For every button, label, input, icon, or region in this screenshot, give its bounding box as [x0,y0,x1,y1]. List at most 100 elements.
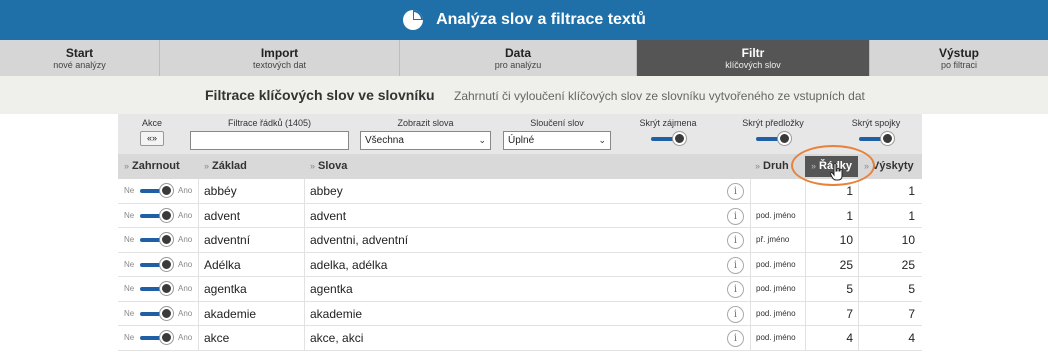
cell-radky: 5 [846,282,853,296]
step-data[interactable]: Data pro analýzu [400,40,637,76]
skryt-predlozky-toggle[interactable] [756,132,791,146]
include-label: Ano [178,308,193,318]
cell-vyskyty: 25 [901,257,915,272]
step-subtitle: klíčových slov [725,59,781,70]
cell-slova: abbey [310,184,343,198]
skryt-predlozky-label: Skrýt předložky [742,118,804,128]
cell-radky: 4 [846,331,853,345]
cell-zaklad: akce [204,331,230,345]
column-header-slova[interactable]: » Slova [310,154,347,179]
info-icon[interactable]: i [727,207,744,225]
cell-slova: advent [310,208,347,223]
header-label: Výskyty [872,160,914,172]
skryt-spojky-label: Skrýt spojky [851,118,901,128]
sort-prefix: » [755,161,761,171]
table-row: Ne Ano agentka agentka i pod. jméno 5 5 [118,277,922,302]
skryt-zajmena-control: Skrýt zájmena [638,118,698,146]
zobrazit-slova-select[interactable]: Všechna ⌄ [360,131,491,150]
row-filter-control: Filtrace řádků (1405) [190,118,349,150]
header-label: Zahrnout [132,160,180,172]
include-toggle[interactable] [140,331,174,345]
cell-druh: pod. jméno [756,333,796,342]
slouceni-slov-label: Sloučení slov [530,118,584,128]
skryt-spojky-control: Skrýt spojky [848,118,904,146]
exclude-label: Ne [124,235,135,244]
sort-prefix: » [124,161,130,171]
step-start[interactable]: Start nové analýzy [0,40,160,76]
cell-druh: př. jméno [756,235,790,244]
table-row: Ne Ano akademie akademie i pod. jméno 7 … [118,301,922,326]
step-subtitle: po filtraci [940,59,977,70]
cell-slova: akce, akci [310,331,364,345]
info-icon[interactable]: i [727,183,744,200]
cell-vyskyty: 5 [908,282,915,296]
pie-chart-icon [403,10,424,30]
include-toggle[interactable] [140,184,174,198]
include-label: Ano [178,284,193,293]
cell-druh: pod. jméno [756,308,796,318]
exclude-label: Ne [124,210,135,220]
sort-prefix: » [204,161,210,171]
skryt-predlozky-control: Skrýt předložky [738,118,808,146]
chevron-down-icon: ⌄ [478,135,486,145]
step-title: Start [65,45,94,60]
include-label: Ano [178,186,193,195]
include-toggle[interactable] [140,282,174,296]
skryt-spojky-toggle[interactable] [859,132,894,146]
cell-druh: pod. jméno [756,284,796,293]
info-icon[interactable]: i [727,305,744,323]
include-toggle[interactable] [140,233,174,247]
header-label: Druh [763,160,789,172]
cell-vyskyty: 1 [908,184,915,198]
info-icon[interactable]: i [727,330,744,347]
step-subtitle: nové analýzy [53,59,106,70]
step-filtr[interactable]: Filtr klíčových slov [637,40,870,76]
info-icon[interactable]: i [727,256,744,274]
cell-slova: adventni, adventní [310,233,409,247]
include-toggle[interactable] [140,306,174,321]
exclude-label: Ne [124,186,135,195]
cell-vyskyty: 1 [908,208,915,223]
cell-radky: 10 [839,233,853,247]
akce-control: Akce «» [136,118,168,146]
step-vystup[interactable]: Výstup po filtraci [870,40,1048,76]
cell-zaklad: adventní [204,233,251,247]
step-import[interactable]: Import textových dat [160,40,400,76]
cell-druh: pod. jméno [756,259,796,269]
slouceni-slov-select[interactable]: Úplné ⌄ [503,131,611,150]
cell-zaklad: abbéy [204,184,237,198]
page-title: Filtrace klíčových slov ve slovníku [205,87,435,103]
page-description: Zahrnutí či vyloučení klíčových slov ze … [454,89,865,103]
cell-druh: pod. jméno [756,210,796,220]
cell-radky: 7 [846,306,853,321]
column-header-druh[interactable]: » Druh [755,154,789,179]
cell-slova: agentka [310,282,353,296]
table-body: Ne Ano abbéy abbey i 1 1 Ne Ano advent a… [118,179,922,351]
row-filter-input[interactable] [190,131,349,150]
info-icon[interactable]: i [727,281,744,298]
app-title-bar: Analýza slov a filtrace textů [0,0,1048,40]
select-value: Úplné [508,135,535,146]
exclude-label: Ne [124,284,135,293]
table-row: Ne Ano akce akce, akci i pod. jméno 4 4 [118,326,922,351]
info-icon[interactable]: i [727,232,744,249]
skryt-zajmena-toggle[interactable] [651,132,686,146]
table-row: Ne Ano abbéy abbey i 1 1 [118,179,922,204]
include-toggle[interactable] [140,208,174,223]
include-label: Ano [178,210,193,220]
exclude-label: Ne [124,308,135,318]
chevron-down-icon: ⌄ [598,135,606,145]
step-subtitle: pro analýzu [494,59,542,70]
table-row: Ne Ano advent advent i pod. jméno 1 1 [118,203,922,228]
table-row: Ne Ano adventní adventni, adventní i př.… [118,228,922,253]
select-value: Všechna [365,135,404,146]
cell-zaklad: advent [204,208,241,223]
zobrazit-slova-label: Zobrazit slova [397,118,454,128]
step-title: Filtr [741,45,765,60]
zobrazit-slova-control: Zobrazit slova Všechna ⌄ [360,118,491,150]
include-toggle[interactable] [140,257,174,272]
expand-collapse-button[interactable]: «» [140,131,164,146]
column-header-zahrnout[interactable]: » Zahrnout [124,154,180,179]
column-header-zaklad[interactable]: » Základ [204,154,247,179]
header-label: Slova [318,160,348,172]
